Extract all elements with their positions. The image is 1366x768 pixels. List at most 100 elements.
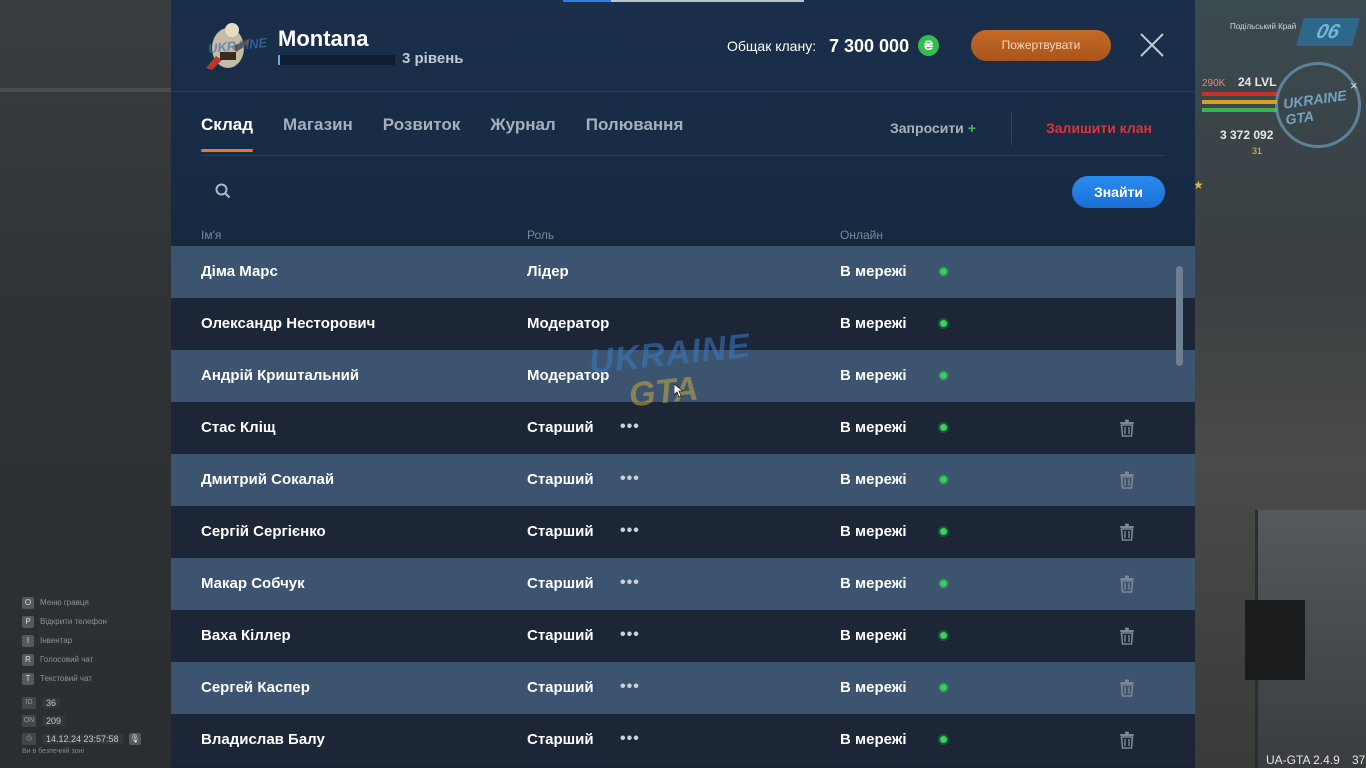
donate-button[interactable]: Пожертвувати (971, 30, 1111, 61)
key-cap: P (22, 615, 34, 628)
hud-district-name: Подільський Край (1230, 22, 1297, 31)
tab-shop[interactable]: Магазин (283, 115, 353, 152)
leave-clan-button[interactable]: Залишити клан (1046, 120, 1152, 136)
member-name: Ваха Кіллер (201, 627, 291, 644)
table-row[interactable]: Сергей Каспер Старший ••• В мережі (171, 662, 1195, 714)
clock-icon: ◷ (22, 733, 36, 745)
clan-panel: UKRAINE Montana 3 рівень Общак клану: 7 … (171, 0, 1195, 768)
member-name: Дмитрий Сокалай (201, 471, 335, 488)
member-role: Старший (527, 419, 594, 436)
table-row[interactable]: Владислав Балу Старший ••• В мережі (171, 714, 1195, 766)
stat-key: ON (22, 715, 36, 727)
table-row[interactable]: Макар Собчук Старший ••• В мережі (171, 558, 1195, 610)
game-version: UA-GTA 2.4.9 (1266, 753, 1340, 767)
invite-label: Запросити (890, 120, 964, 136)
table-row[interactable]: Ваха Кіллер Старший ••• В мережі (171, 610, 1195, 662)
hud-hunger-bar (1202, 100, 1277, 104)
find-button[interactable]: Знайти (1072, 176, 1165, 208)
mouse-cursor-icon (674, 384, 684, 398)
keybind-row: T Текстовий чат (22, 669, 107, 688)
member-status: В мережі (840, 679, 907, 696)
member-status: В мережі (840, 627, 907, 644)
trash-icon[interactable] (1119, 419, 1135, 437)
search-input[interactable] (241, 178, 1045, 206)
stat-row: ID 36 (22, 694, 141, 712)
table-row[interactable]: Діма Марс Лідер В мережі (171, 246, 1195, 298)
online-indicator-icon (940, 424, 947, 431)
member-name: Сергей Каспер (201, 679, 310, 696)
clan-tabs: Склад Магазин Розвиток Журнал Полювання (201, 115, 713, 152)
member-role: Лідер (527, 263, 569, 280)
keybind-row: O Меню гравця (22, 593, 107, 612)
clan-header: UKRAINE Montana 3 рівень Общак клану: 7 … (171, 0, 1195, 92)
treasury-value: 7 300 000 (829, 36, 910, 56)
key-cap: I (22, 634, 34, 647)
member-name: Андрій Криштальний (201, 367, 360, 384)
member-name: Олександр Несторович (201, 315, 376, 332)
watermark-logo: UKRAINE GTA (587, 327, 759, 430)
member-role: Старший (527, 471, 594, 488)
online-indicator-icon (940, 320, 947, 327)
search-icon (215, 183, 231, 199)
safe-box (1245, 600, 1305, 680)
hryvnia-icon: ₴ (918, 35, 939, 56)
trash-icon[interactable] (1119, 731, 1135, 749)
members-table: Діма Марс Лідер В мережі Олександр Несторов… (171, 246, 1195, 766)
player-stats: ID 36 ON 209 ◷ 14.12.24 23:57:58 🎙 (22, 694, 141, 748)
hud-money-small: 290K (1202, 78, 1226, 89)
wall-edge (0, 88, 171, 92)
clan-emblem: UKRAINE (198, 16, 268, 74)
hud-coins: 31 (1252, 146, 1263, 156)
hud-cash: 3 372 092 (1220, 128, 1274, 142)
tab-hunting[interactable]: Полювання (586, 115, 684, 152)
trash-icon[interactable] (1119, 679, 1135, 697)
stat-row: ON 209 (22, 712, 141, 730)
role-menu-icon[interactable]: ••• (620, 730, 640, 748)
role-menu-icon[interactable]: ••• (620, 470, 640, 488)
tab-storage[interactable]: Склад (201, 115, 254, 152)
key-label: Меню гравця (40, 598, 89, 607)
datetime: 14.12.24 23:57:58 (42, 734, 123, 744)
close-icon[interactable] (1139, 32, 1165, 58)
member-status: В мережі (840, 523, 907, 540)
key-cap: T (22, 672, 34, 685)
member-role: Старший (527, 627, 594, 644)
scrollbar-thumb[interactable] (1176, 266, 1183, 366)
keybind-row: P Відкрити телефон (22, 612, 107, 631)
online-indicator-icon (940, 528, 947, 535)
keybind-hints: O Меню гравця P Відкрити телефон I Інвентар… (22, 593, 107, 688)
member-status: В мережі (840, 731, 907, 748)
role-menu-icon[interactable]: ••• (620, 574, 640, 592)
member-name: Владислав Балу (201, 731, 325, 748)
clan-xp-bar (278, 55, 395, 65)
member-role: Старший (527, 523, 594, 540)
trash-icon[interactable] (1119, 575, 1135, 593)
tab-development[interactable]: Розвиток (383, 115, 460, 152)
member-name: Стас Кліщ (201, 419, 276, 436)
member-status: В мережі (840, 471, 907, 488)
tab-journal[interactable]: Журнал (490, 115, 556, 152)
hud-level: 24 LVL (1238, 75, 1277, 89)
actions-divider (1011, 112, 1012, 145)
role-menu-icon[interactable]: ••• (620, 522, 640, 540)
hud-district-number: 06 (1296, 18, 1360, 46)
clan-level: 3 рівень (402, 50, 464, 67)
role-menu-icon[interactable]: ••• (620, 626, 640, 644)
trash-icon[interactable] (1119, 523, 1135, 541)
keybind-row: I Інвентар (22, 631, 107, 650)
online-indicator-icon (940, 580, 947, 587)
role-menu-icon[interactable]: ••• (620, 678, 640, 696)
fps-counter: 37 (1352, 753, 1366, 767)
key-label: Текстовий чат (40, 674, 93, 683)
keybind-row: R Голосовий чат (22, 650, 107, 669)
trash-icon[interactable] (1119, 471, 1135, 489)
stat-row: ◷ 14.12.24 23:57:58 🎙 (22, 730, 141, 748)
online-indicator-icon (940, 632, 947, 639)
trash-icon[interactable] (1119, 627, 1135, 645)
table-row[interactable]: Сергій Сергієнко Старший ••• В мережі (171, 506, 1195, 558)
player-id: 36 (42, 698, 61, 708)
invite-button[interactable]: Запросити + (890, 120, 976, 136)
member-role: Модератор (527, 315, 610, 332)
member-role: Старший (527, 575, 594, 592)
table-row[interactable]: Дмитрий Сокалай Старший ••• В мережі (171, 454, 1195, 506)
